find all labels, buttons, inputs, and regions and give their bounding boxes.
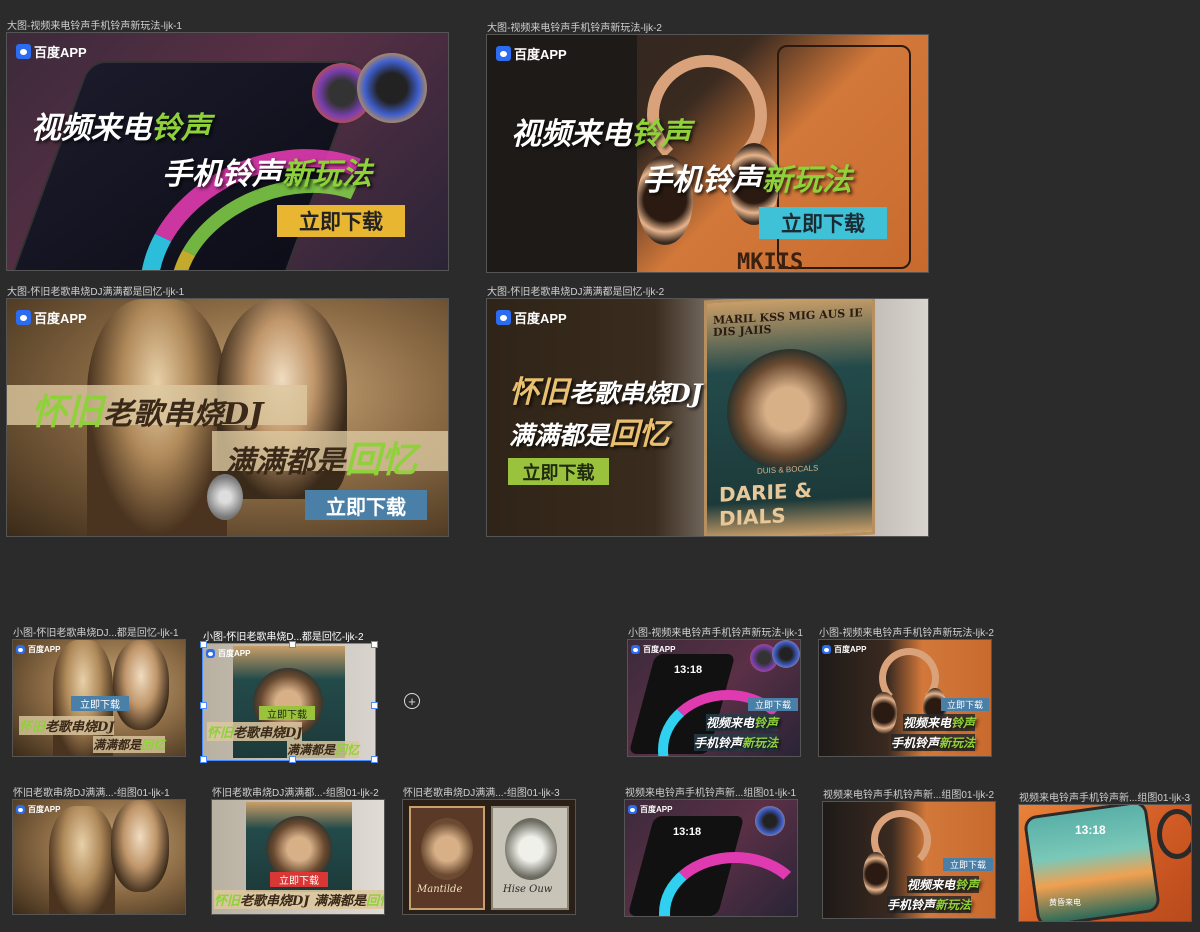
vintage-poster-artwork: MARIL KSS MIG AUS IE DIS JAIIS DUIS & BO…: [487, 299, 928, 536]
frame-small-oldies-2[interactable]: 小图-怀旧老歌串烧D...都是回忆-ljk-2 百度APP 立即下载 怀旧老歌串…: [200, 632, 378, 763]
download-button[interactable]: 立即下载: [748, 698, 798, 711]
download-button[interactable]: 立即下载: [943, 858, 993, 871]
frame-group-oldies-3[interactable]: 怀旧老歌串烧DJ满满...-组图01-ljk-3 Mantilde Hise O…: [403, 788, 575, 914]
frame-label: 怀旧老歌串烧DJ满满...-组图01-ljk-3: [403, 788, 560, 799]
baidu-app-logo: 百度APP: [631, 644, 675, 655]
baidu-app-logo: 百度APP: [16, 308, 87, 327]
frame-group-ringtone-1[interactable]: 视频来电铃声手机铃声新...组图01-ljk-1 13:18 百度APP: [625, 788, 797, 916]
frame-small-ringtone-1[interactable]: 小图-视频来电铃声手机铃声新玩法-ljk-1 13:18 百度APP 立即下载 …: [628, 628, 803, 756]
paw-logo-icon: [496, 46, 511, 61]
download-button[interactable]: 立即下载: [270, 872, 328, 887]
frame-label: 小图-视频来电铃声手机铃声新玩法-ljk-1: [628, 628, 803, 639]
ringtone-phone-thumbnail: 13:18 百度APP 立即下载 视频来电铃声 手机铃声新玩法: [628, 640, 800, 756]
frame-label: 怀旧老歌串烧DJ满满...-组图01-ljk-1: [13, 788, 170, 799]
baidu-app-logo: 百度APP: [496, 44, 567, 63]
headline-line1: 怀旧老歌串烧DJ: [509, 375, 703, 410]
frame-big-ringtone-1[interactable]: 大图-视频来电铃声手机铃声新玩法-ljk-1 百度APP 视频来电铃声 手机铃声…: [7, 21, 448, 270]
vintage-couple-artwork: 百度APP 怀旧老歌串烧DJ 满满都是回忆 立即下载: [7, 299, 448, 536]
baidu-app-logo: 百度APP: [822, 644, 866, 655]
vintage-couple-group-image: 百度APP: [13, 800, 185, 914]
baidu-app-logo: 百度APP: [628, 804, 672, 815]
vintage-poster-group-image: 立即下载 怀旧老歌串烧DJ 满满都是回忆: [212, 800, 384, 914]
sunset-phone-group-image: 13:18 黄昏来电: [1019, 805, 1191, 921]
paw-logo-icon: [16, 44, 31, 59]
frame-big-ringtone-2[interactable]: 大图-视频来电铃声手机铃声新玩法-ljk-2 MKIIS 百度APP 视频来电铃…: [487, 23, 928, 272]
poster-image: MARIL KSS MIG AUS IE DIS JAIIS DUIS & BO…: [707, 299, 872, 536]
download-button[interactable]: 立即下载: [508, 458, 609, 485]
headphones-group-image: 立即下载 视频来电铃声 手机铃声新玩法: [823, 802, 995, 918]
download-button[interactable]: 立即下载: [305, 490, 427, 520]
selection-box[interactable]: [200, 641, 378, 763]
baidu-app-logo: 百度APP: [16, 804, 60, 815]
frame-label: 怀旧老歌串烧DJ满满都...-组图01-ljk-2: [212, 788, 379, 799]
paw-logo-icon: [631, 645, 640, 654]
frame-big-oldies-1[interactable]: 大图-怀旧老歌串烧DJ满满都是回忆-ljk-1 百度APP 怀旧老歌串烧DJ 满…: [7, 287, 448, 536]
headline-line2: 满满都是回忆: [225, 439, 418, 481]
headline-line1: 视频来电铃声: [511, 117, 691, 152]
headline-line1: 视频来电铃声: [31, 111, 211, 146]
deco-text: MKIIS: [737, 250, 804, 272]
frame-group-ringtone-3[interactable]: 视频来电铃声手机铃声新...组图01-ljk-3 13:18 黄昏来电: [1019, 793, 1191, 921]
frame-small-oldies-1[interactable]: 小图-怀旧老歌串烧DJ...都是回忆-ljk-1 百度APP 立即下载 怀旧老歌…: [13, 628, 185, 756]
download-button[interactable]: 立即下载: [759, 207, 887, 239]
headline-line2: 满满都是回忆: [509, 417, 670, 452]
frame-group-oldies-2[interactable]: 怀旧老歌串烧DJ满满都...-组图01-ljk-2 立即下载 怀旧老歌串烧DJ …: [212, 788, 384, 914]
vintage-couple-thumbnail: 百度APP 立即下载 怀旧老歌串烧DJ 满满都是回忆: [13, 640, 185, 756]
baidu-app-logo: 百度APP: [496, 308, 567, 327]
paw-logo-icon: [822, 645, 831, 654]
headphones-artwork: MKIIS 百度APP 视频来电铃声 手机铃声新玩法 立即下载: [487, 35, 928, 272]
frame-label: 大图-视频来电铃声手机铃声新玩法-ljk-2: [487, 23, 662, 34]
vintage-portraits-group-image: Mantilde Hise Ouw: [403, 800, 575, 914]
paw-logo-icon: [496, 310, 511, 325]
frame-label: 视频来电铃声手机铃声新...组图01-ljk-1: [625, 788, 797, 799]
frame-label: 大图-视频来电铃声手机铃声新玩法-ljk-1: [7, 21, 182, 32]
frame-group-ringtone-2[interactable]: 视频来电铃声手机铃声新...组图01-ljk-2 立即下载 视频来电铃声 手机铃…: [823, 790, 995, 918]
ringtone-phone-artwork: 百度APP 视频来电铃声 手机铃声新玩法 立即下载: [7, 33, 448, 270]
paw-logo-icon: [16, 805, 25, 814]
frame-big-oldies-2[interactable]: 大图-怀旧老歌串烧DJ满满都是回忆-ljk-2 MARIL KSS MIG AU…: [487, 287, 928, 536]
headline-line1: 怀旧老歌串烧DJ: [31, 391, 264, 433]
paw-logo-icon: [16, 645, 25, 654]
baidu-app-logo: 百度APP: [16, 644, 60, 655]
ringtone-phone-group-image: 13:18 百度APP: [625, 800, 797, 916]
download-button[interactable]: 立即下载: [71, 696, 129, 711]
frame-label: 小图-怀旧老歌串烧D...都是回忆-ljk-2: [203, 632, 364, 643]
paw-logo-icon: [16, 310, 31, 325]
download-button[interactable]: 立即下载: [277, 205, 405, 237]
headphones-thumbnail: 百度APP 立即下载 视频来电铃声 手机铃声新玩法: [819, 640, 991, 756]
frame-label: 小图-怀旧老歌串烧DJ...都是回忆-ljk-1: [13, 628, 179, 639]
frame-label: 小图-视频来电铃声手机铃声新玩法-ljk-2: [819, 628, 994, 639]
frame-group-oldies-1[interactable]: 怀旧老歌串烧DJ满满...-组图01-ljk-1 百度APP: [13, 788, 185, 914]
frame-label: 视频来电铃声手机铃声新...组图01-ljk-3: [1019, 793, 1191, 804]
frame-label: 视频来电铃声手机铃声新...组图01-ljk-2: [823, 790, 995, 801]
plus-circle-icon[interactable]: +: [404, 693, 420, 709]
download-button[interactable]: 立即下载: [941, 698, 989, 711]
frame-label: 大图-怀旧老歌串烧DJ满满都是回忆-ljk-1: [7, 287, 185, 298]
headline-line2: 手机铃声新玩法: [162, 157, 372, 192]
frame-label: 大图-怀旧老歌串烧DJ满满都是回忆-ljk-2: [487, 287, 665, 298]
frame-small-ringtone-2[interactable]: 小图-视频来电铃声手机铃声新玩法-ljk-2 百度APP 立即下载 视频来电铃声…: [819, 628, 994, 756]
headline-line2: 手机铃声新玩法: [642, 163, 852, 198]
baidu-app-logo: 百度APP: [16, 42, 87, 61]
paw-logo-icon: [628, 805, 637, 814]
